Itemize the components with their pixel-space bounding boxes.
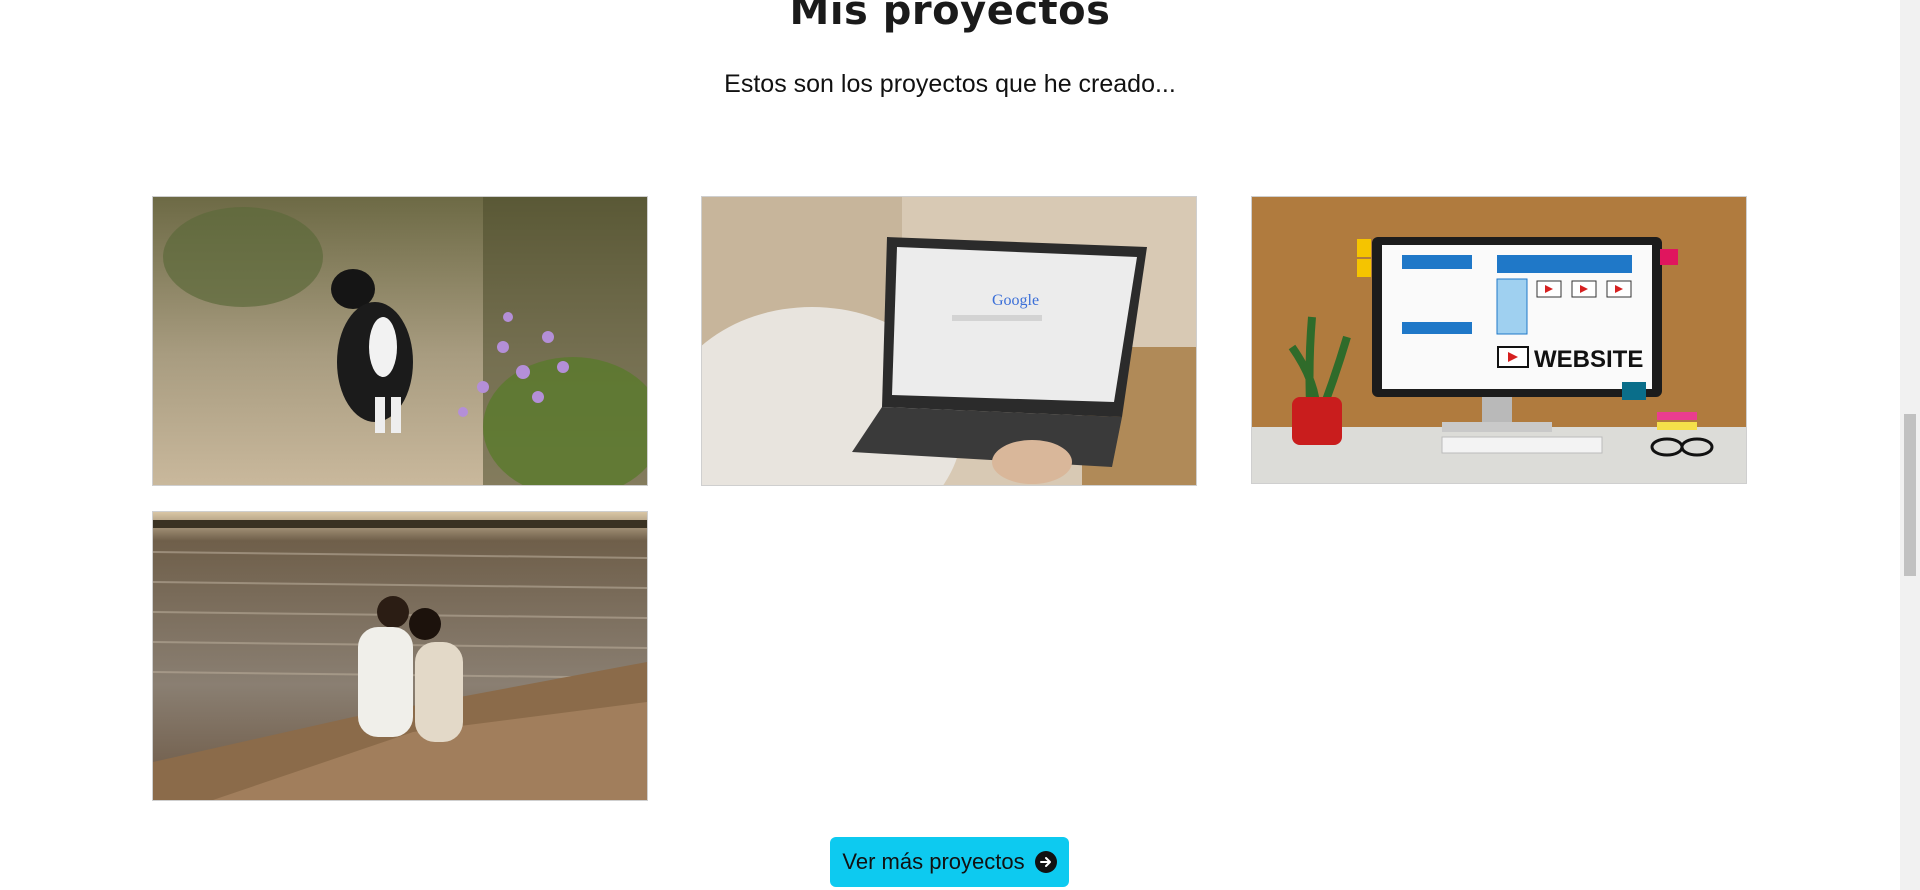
couple-lake-photo: [153, 512, 647, 800]
see-more-projects-button[interactable]: Ver más proyectos: [830, 837, 1069, 887]
screen-google-text: Google: [992, 292, 1039, 309]
project-card-cat[interactable]: [152, 196, 648, 486]
scrollbar-thumb[interactable]: [1904, 414, 1916, 576]
vertical-scrollbar[interactable]: [1900, 0, 1920, 890]
website-monitor-photo: WEBSITE: [1252, 197, 1746, 483]
section-title: Mis proyectos: [789, 0, 1111, 34]
projects-section: Mis proyectos Estos son los proyectos qu…: [0, 0, 1900, 890]
section-subtitle: Estos son los proyectos que he creado...: [724, 70, 1176, 98]
see-more-projects-label: Ver más proyectos: [842, 849, 1025, 874]
cat-photo: [153, 197, 647, 485]
project-card-lake[interactable]: [152, 511, 648, 801]
website-sign-text: WEBSITE: [1534, 346, 1643, 373]
project-card-laptop[interactable]: Google: [701, 196, 1197, 486]
laptop-google-photo: Google: [702, 197, 1196, 485]
arrow-right-circle-icon: [1034, 851, 1057, 873]
project-card-website[interactable]: WEBSITE: [1251, 196, 1747, 484]
